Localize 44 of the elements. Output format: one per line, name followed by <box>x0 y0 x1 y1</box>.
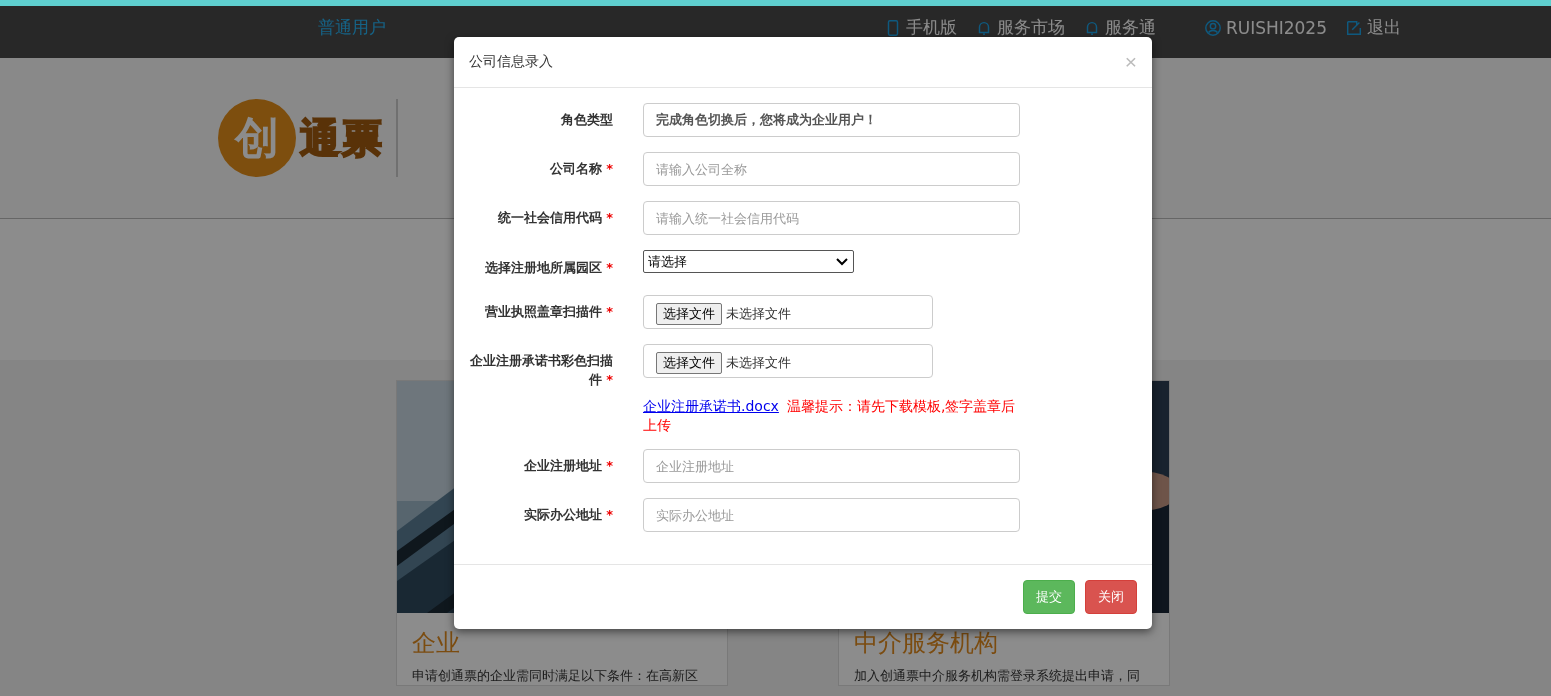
required-asterisk: * <box>606 372 613 387</box>
card-title: 企业 <box>411 628 461 659</box>
required-asterisk: * <box>606 161 613 176</box>
field-label: 企业注册承诺书彩色扫描件 * <box>469 352 613 389</box>
submit-button[interactable]: 提交 <box>1023 580 1075 614</box>
card-title: 中介服务机构 <box>853 628 999 659</box>
required-asterisk: * <box>606 210 613 225</box>
close-dialog-button[interactable]: 关闭 <box>1085 580 1137 614</box>
field-label: 实际办公地址 * <box>523 506 613 524</box>
file-status: 未选择文件 <box>726 305 791 323</box>
nav-link[interactable]: 服务通 <box>1082 16 1156 39</box>
user-icon <box>1203 18 1222 37</box>
input-field[interactable]: 请输入公司全称 <box>643 152 1020 186</box>
choose-file-button[interactable]: 选择文件 <box>656 303 722 325</box>
role-field[interactable]: 完成角色切换后，您将成为企业用户！ <box>643 103 1020 137</box>
field-label: 企业注册地址 * <box>523 457 613 475</box>
nav-link[interactable]: 服务市场 <box>974 16 1065 39</box>
logo-mark: 创 <box>218 99 296 177</box>
input-field[interactable]: 企业注册地址 <box>643 449 1020 483</box>
required-asterisk: * <box>606 260 613 275</box>
file-status: 未选择文件 <box>726 354 791 372</box>
template-link[interactable]: 企业注册承诺书.docx <box>643 398 779 414</box>
chevron-down-icon <box>835 256 849 267</box>
edit-icon <box>1345 18 1363 37</box>
nav-link[interactable]: 退出 <box>1345 16 1401 39</box>
dialog-title: 公司信息录入 <box>469 53 553 71</box>
input-field[interactable]: 实际办公地址 <box>643 498 1020 532</box>
logo-text: 通票 <box>300 113 384 163</box>
field-label: 角色类型 <box>560 111 613 129</box>
card-text: 申请创通票的企业需同时满足以下条件：在高新区 <box>411 667 699 685</box>
required-asterisk: * <box>606 304 613 319</box>
nav-link[interactable]: 手机版 <box>883 16 957 39</box>
required-asterisk: * <box>606 458 613 473</box>
field-label: 公司名称 * <box>549 160 613 178</box>
field-label: 统一社会信用代码 * <box>497 209 613 227</box>
park-select[interactable]: 请选择 <box>643 250 854 273</box>
required-asterisk: * <box>606 507 613 522</box>
user-role-label: 普通用户 <box>318 16 386 39</box>
hint-text: 企业注册承诺书.docx 温馨提示：请先下载模板,签字盖章后上传 <box>643 397 1017 435</box>
field-label: 营业执照盖章扫描件 * <box>484 303 613 321</box>
choose-file-button[interactable]: 选择文件 <box>656 352 722 374</box>
nav-link[interactable]: RUISHI2025 <box>1203 17 1327 38</box>
card-text: 加入创通票中介服务机构需登录系统提出申请，同 <box>853 667 1141 685</box>
field-label: 选择注册地所属园区 * <box>484 259 613 277</box>
